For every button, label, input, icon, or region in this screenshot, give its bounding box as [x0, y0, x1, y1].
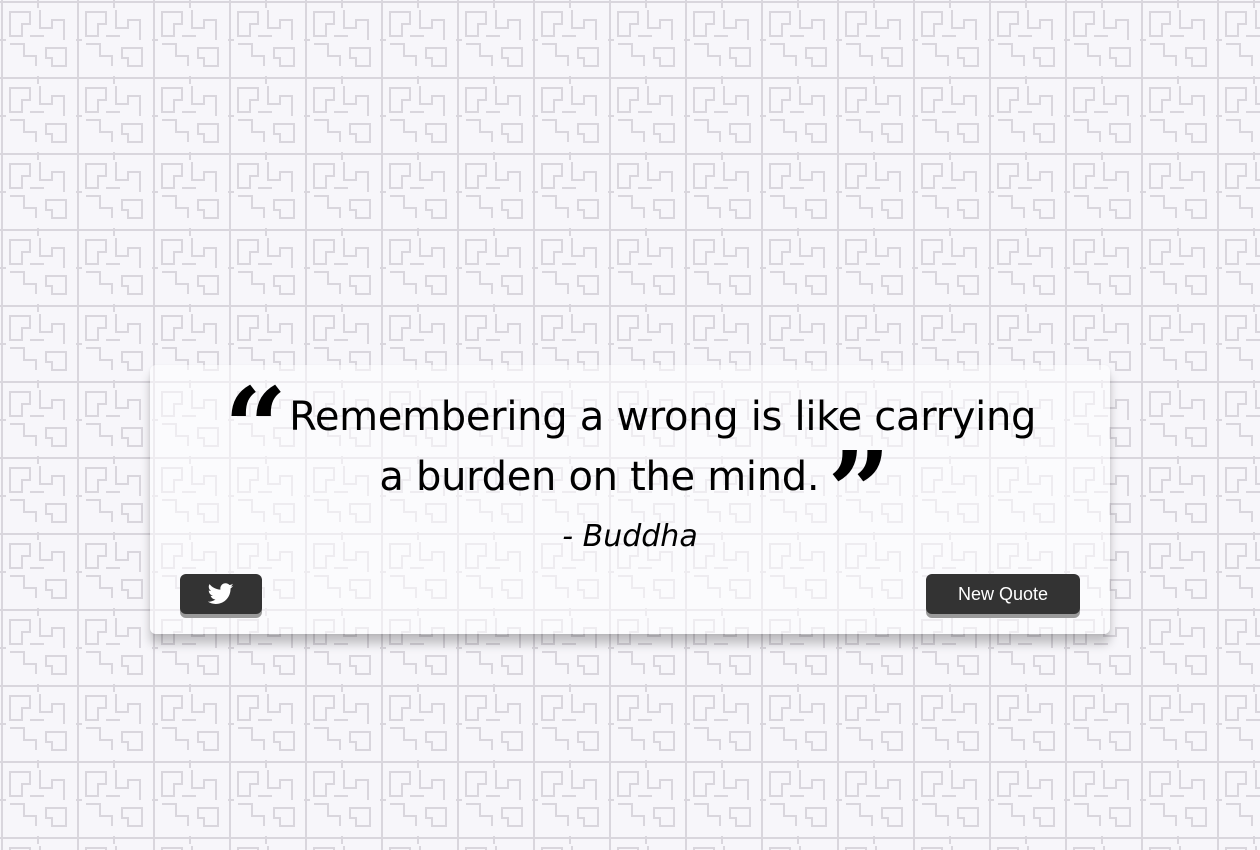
twitter-icon — [208, 583, 234, 604]
quote-card: “Remembering a wrong is like carrying a … — [150, 365, 1110, 634]
quote-text: Remembering a wrong is like carrying a b… — [289, 394, 1037, 500]
quote-author: - Buddha — [562, 519, 698, 554]
new-quote-button[interactable]: New Quote — [926, 574, 1080, 614]
tweet-button[interactable] — [180, 574, 262, 614]
quote-text-block: “Remembering a wrong is like carrying a … — [223, 363, 1037, 556]
